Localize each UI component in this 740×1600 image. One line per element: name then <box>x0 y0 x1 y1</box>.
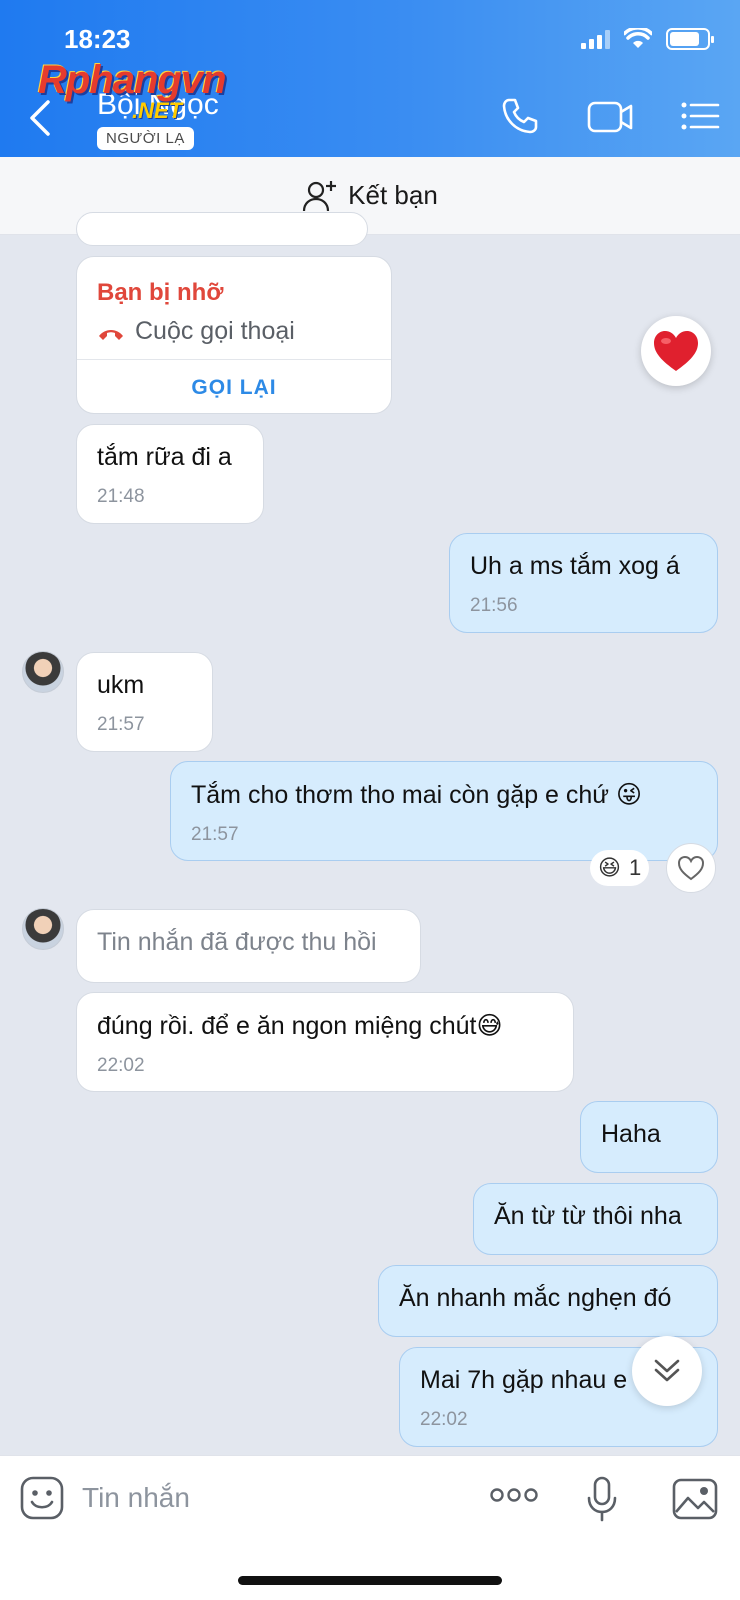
message-text: Mai 7h gặp nhau e <box>420 1366 628 1394</box>
watermark-suffix: .NET <box>132 98 183 123</box>
video-call-button[interactable] <box>587 96 633 141</box>
missed-call-title: Bạn bị nhỡ <box>97 279 224 306</box>
status-icons <box>581 28 714 50</box>
add-friend-label: Kết bạn <box>348 180 438 210</box>
react-button[interactable] <box>666 843 716 893</box>
video-icon <box>587 101 633 133</box>
voice-call-button[interactable] <box>500 96 540 141</box>
sticker-icon <box>20 1476 64 1520</box>
more-icon <box>490 1488 538 1502</box>
message-time: 21:57 <box>97 714 145 735</box>
message-text: Tin nhắn đã được thu hồi <box>97 928 377 956</box>
message-text: Ăn từ từ thôi nha <box>494 1202 682 1230</box>
message-composer <box>0 1455 740 1600</box>
missed-call-type: Cuộc gọi thoại <box>135 317 295 345</box>
message-text: Ăn nhanh mắc nghẹn đó <box>399 1284 672 1312</box>
message-text: ukm <box>97 671 145 699</box>
message-time: 22:02 <box>97 1055 145 1076</box>
menu-icon <box>681 102 720 130</box>
message-time: 21:48 <box>97 486 145 507</box>
scroll-to-bottom-button[interactable] <box>632 1336 702 1406</box>
heart-reaction-button[interactable] <box>641 316 711 386</box>
battery-icon <box>666 28 714 50</box>
message-text: Tắm cho thơm tho mai còn gặp e chứ 😜 <box>191 781 643 809</box>
signal-icon <box>581 29 610 49</box>
missed-call-icon <box>99 329 123 340</box>
phone-icon <box>502 98 538 134</box>
home-indicator <box>238 1576 502 1585</box>
wifi-icon <box>624 28 652 48</box>
message-bubble-outgoing[interactable]: Ăn từ từ thôi nha <box>473 1183 718 1255</box>
message-time: 21:56 <box>470 595 518 616</box>
laugh-emoji-icon: 😆 <box>598 855 621 880</box>
heart-icon <box>654 331 698 371</box>
message-bubble-incoming[interactable]: tắm rữa đi a 21:48 <box>76 424 264 524</box>
message-text: tắm rữa đi a <box>97 443 232 471</box>
chat-header: 18:23 Bội Ngọc NGƯỜI LẠ Rphangvn .NET <box>0 0 740 157</box>
reaction-summary[interactable]: 😆 1 <box>590 850 650 886</box>
add-friend-icon <box>303 180 337 211</box>
message-bubble-partial[interactable] <box>76 212 368 246</box>
message-bubble-outgoing[interactable]: Haha <box>580 1101 718 1173</box>
menu-button[interactable] <box>680 96 720 141</box>
image-icon <box>672 1478 718 1520</box>
message-bubble-outgoing[interactable]: Ăn nhanh mắc nghẹn đó <box>378 1265 718 1337</box>
scroll-down-icon <box>654 1359 680 1382</box>
recalled-message[interactable]: Tin nhắn đã được thu hồi <box>76 909 421 983</box>
stranger-badge: NGƯỜI LẠ <box>97 127 194 150</box>
message-text: Uh a ms tắm xog á <box>470 552 680 580</box>
call-back-button[interactable]: GỌI LẠI <box>77 360 391 413</box>
message-bubble-outgoing[interactable]: Tắm cho thơm tho mai còn gặp e chứ 😜 21:… <box>170 761 718 861</box>
missed-call-card: Bạn bị nhỡ Cuộc gọi thoại GỌI LẠI <box>76 256 392 414</box>
heart-outline-icon <box>677 855 705 881</box>
sticker-button[interactable] <box>20 1476 64 1525</box>
message-input[interactable] <box>82 1474 462 1522</box>
avatar[interactable] <box>22 651 64 693</box>
more-button[interactable] <box>490 1486 538 1509</box>
microphone-button[interactable] <box>586 1476 618 1527</box>
message-time: 21:57 <box>191 824 239 845</box>
message-bubble-outgoing[interactable]: Uh a ms tắm xog á 21:56 <box>449 533 718 633</box>
mic-icon <box>587 1476 617 1522</box>
message-bubble-incoming[interactable]: ukm 21:57 <box>76 652 213 752</box>
message-bubble-incoming[interactable]: đúng rồi. để e ăn ngon miệng chút😅 22:02 <box>76 992 574 1092</box>
missed-call-subtitle: Cuộc gọi thoại <box>97 317 295 346</box>
reaction-count: 1 <box>628 855 642 880</box>
status-time: 18:23 <box>64 24 131 54</box>
watermark-logo: Rphangvn <box>38 58 227 102</box>
message-text: Haha <box>601 1120 661 1148</box>
message-time: 22:02 <box>420 1409 468 1430</box>
image-button[interactable] <box>672 1478 718 1525</box>
message-text: đúng rồi. để e ăn ngon miệng chút😅 <box>97 1012 503 1040</box>
avatar[interactable] <box>22 908 64 950</box>
